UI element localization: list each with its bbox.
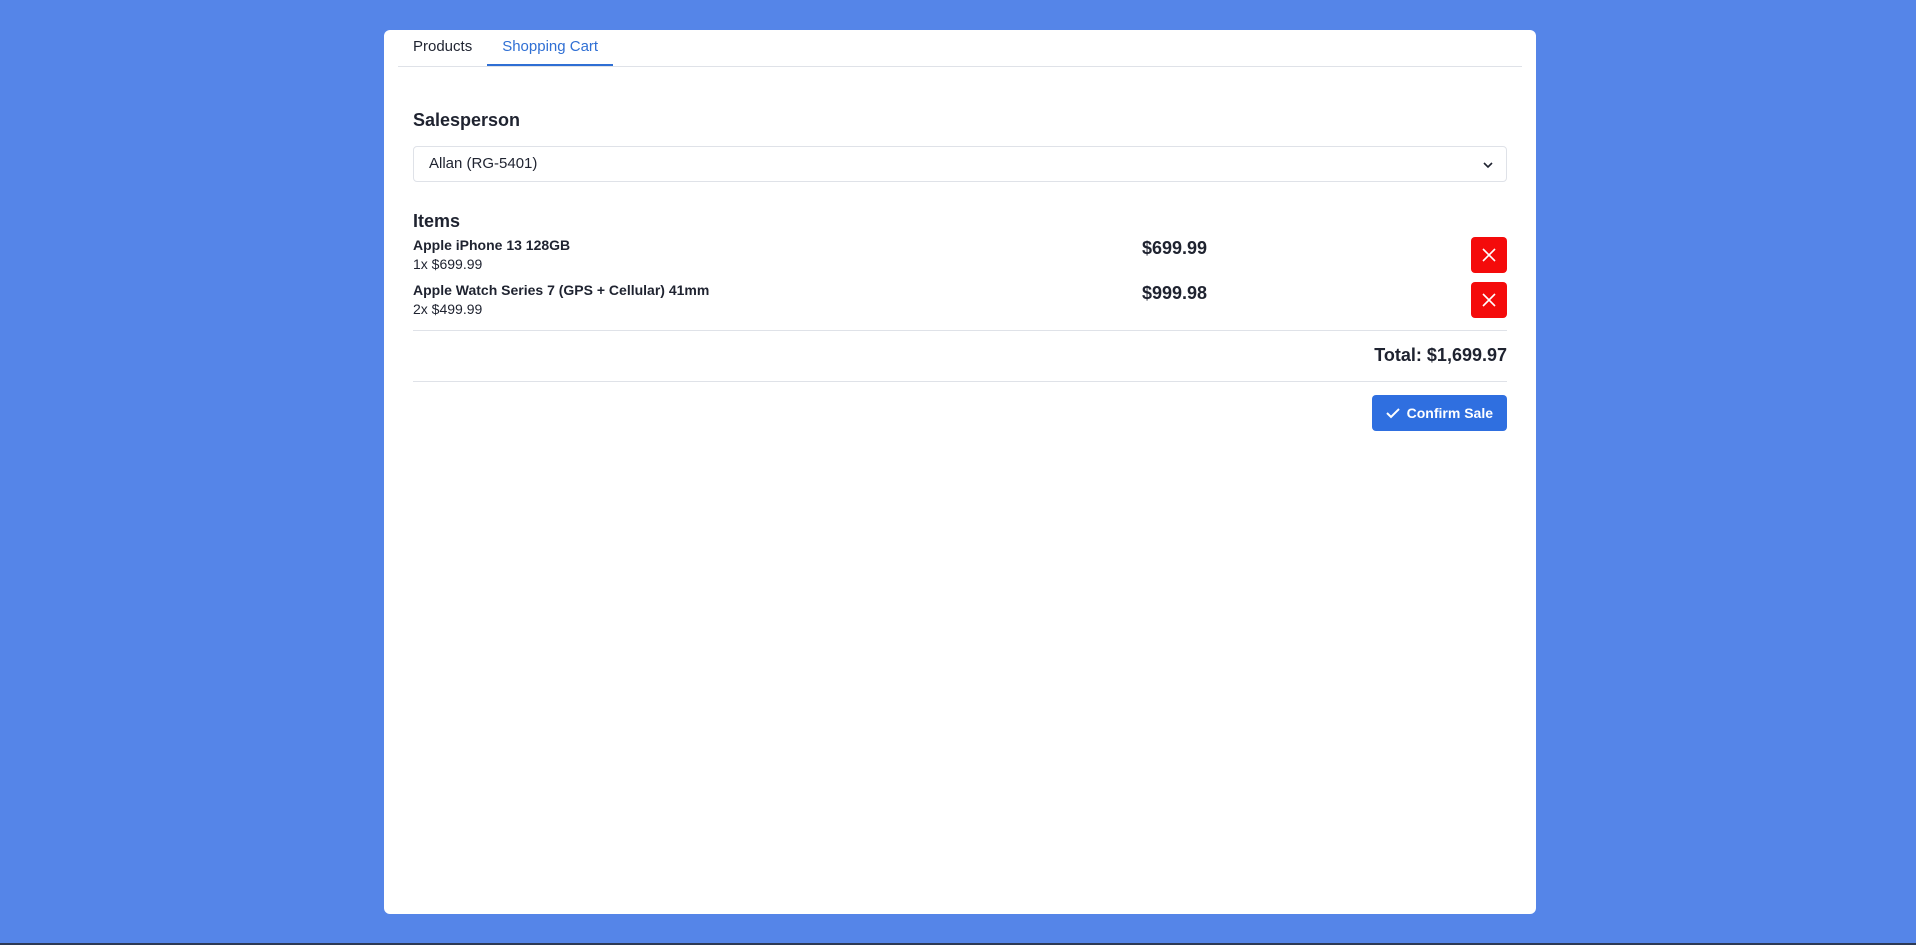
- divider: [413, 381, 1507, 382]
- tab-bar: Products Shopping Cart: [398, 30, 1522, 67]
- item-quantity-price: 2x $499.99: [413, 301, 483, 317]
- item-quantity-price: 1x $699.99: [413, 256, 483, 272]
- tab-shopping-cart[interactable]: Shopping Cart: [487, 30, 614, 66]
- cart-item: Apple Watch Series 7 (GPS + Cellular) 41…: [413, 282, 1507, 326]
- item-total: $999.98: [1142, 283, 1208, 303]
- confirm-sale-label: Confirm Sale: [1406, 405, 1493, 421]
- items-title: Items: [413, 211, 461, 231]
- cart-panel: Products Shopping Cart Salesperson Allan…: [384, 30, 1536, 914]
- remove-item-button[interactable]: [1471, 282, 1507, 318]
- cart-item: Apple iPhone 13 128GB 1x $699.99 $699.99: [413, 237, 1507, 281]
- salesperson-title: Salesperson: [413, 110, 521, 130]
- confirm-sale-button[interactable]: Confirm Sale: [1371, 395, 1507, 431]
- salesperson-select[interactable]: Allan (RG-5401): [413, 146, 1507, 182]
- item-total: $699.99: [1142, 238, 1208, 258]
- salesperson-selected-value: Allan (RG-5401): [429, 155, 538, 172]
- check-icon: [1385, 408, 1400, 419]
- close-icon: [1482, 248, 1496, 262]
- tab-products[interactable]: Products: [398, 30, 487, 66]
- divider: [413, 330, 1507, 331]
- remove-item-button[interactable]: [1471, 237, 1507, 273]
- chevron-down-icon: [1483, 162, 1493, 169]
- close-icon: [1482, 293, 1496, 307]
- item-name: Apple iPhone 13 128GB: [413, 237, 571, 253]
- cart-total: Total: $1,699.97: [1374, 345, 1507, 365]
- item-name: Apple Watch Series 7 (GPS + Cellular) 41…: [413, 282, 710, 298]
